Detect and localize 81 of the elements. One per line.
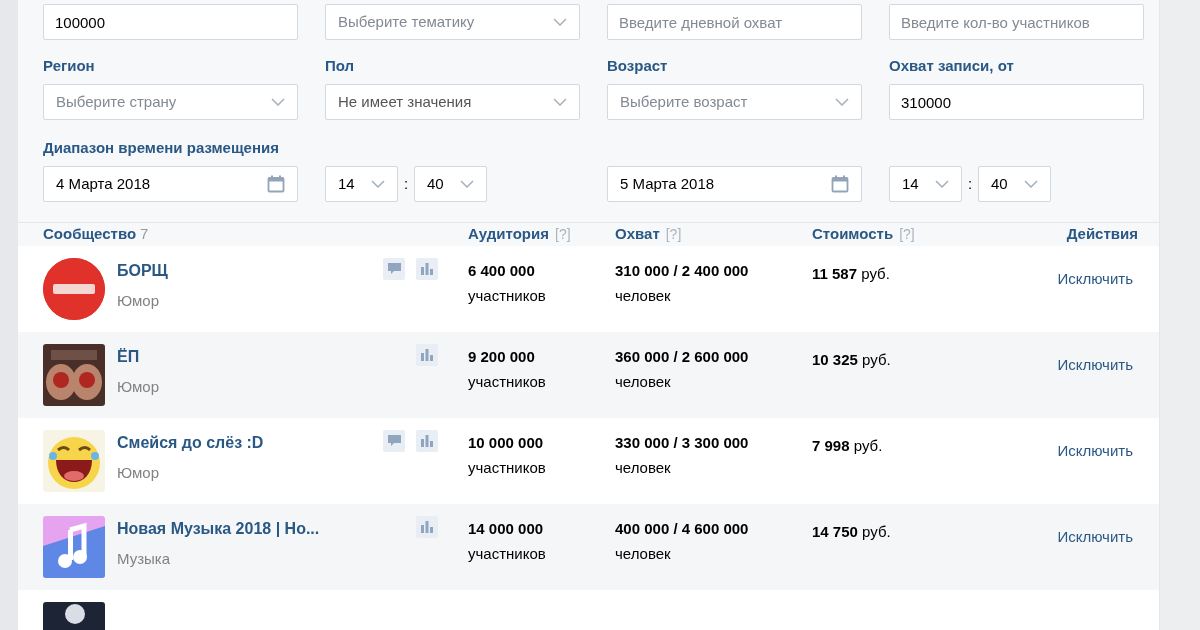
chevron-down-icon: [935, 180, 949, 188]
field-label: Регион: [43, 56, 96, 76]
chevron-down-icon: [835, 98, 849, 106]
exclude-link[interactable]: Исключить: [1057, 439, 1133, 462]
input-field[interactable]: Введите дневной охват: [607, 4, 862, 40]
audience-unit: участников: [468, 457, 547, 478]
chevron-down-icon: [371, 180, 385, 188]
column-header: Действия: [1066, 225, 1138, 242]
date-field[interactable]: 4 Марта 2018: [43, 166, 298, 202]
column-header: Аудитория: [468, 225, 549, 242]
time-separator: :: [966, 173, 974, 194]
select-field[interactable]: Не имеет значения: [325, 84, 580, 120]
community-name[interactable]: ЁП: [117, 347, 383, 366]
cost-value: 14 750 руб.: [812, 522, 891, 540]
audience-value: 10 000 000: [468, 433, 545, 452]
column-header: Охват: [615, 225, 660, 242]
field-label: Диапазон времени размещения: [43, 138, 280, 156]
audience-unit: участников: [468, 543, 547, 564]
audience-unit: участников: [468, 371, 547, 392]
reach-value: 400 000 / 4 600 000: [615, 519, 750, 538]
cost-value: 11 587 руб.: [812, 264, 890, 282]
bar-chart-icon: [421, 434, 433, 447]
chevron-down-icon: [460, 180, 474, 188]
reach-unit: человек: [615, 457, 672, 478]
reach-value: 360 000 / 2 600 000: [615, 347, 750, 366]
bar-chart-icon: [421, 520, 433, 533]
audience-value: 9 200 000: [468, 347, 536, 366]
stats-button[interactable]: [416, 515, 438, 538]
stats-button[interactable]: [416, 429, 438, 452]
exclude-link[interactable]: Исключить: [1057, 267, 1133, 290]
speech-bubble-icon: [387, 262, 401, 275]
field-label: Пол: [325, 56, 356, 76]
reach-unit: человек: [615, 543, 672, 564]
input-field[interactable]: 310000: [889, 84, 1144, 120]
community-topic: Юмор: [117, 290, 160, 311]
hour-select[interactable]: 14: [889, 166, 962, 202]
minute-select[interactable]: 40: [414, 166, 487, 202]
audience-unit: участников: [468, 285, 547, 306]
bar-chart-icon: [421, 348, 433, 361]
comments-button[interactable]: [383, 257, 405, 280]
field-label: Охват записи, от: [889, 56, 1015, 76]
input-field[interactable]: 100000: [43, 4, 298, 40]
community-topic: Юмор: [117, 462, 160, 483]
time-separator: :: [402, 173, 410, 194]
stats-button[interactable]: [416, 257, 438, 280]
exclude-link[interactable]: Исключить: [1057, 353, 1133, 376]
chevron-down-icon: [271, 98, 285, 106]
chevron-down-icon: [1024, 180, 1038, 188]
calendar-icon: [831, 175, 849, 193]
select-field[interactable]: Выберите тематику: [325, 4, 580, 40]
community-name[interactable]: Новая Музыка 2018 | Но...: [117, 519, 383, 538]
input-field[interactable]: Введите кол-во участников: [889, 4, 1144, 40]
reach-value: 330 000 / 3 300 000: [615, 433, 750, 452]
hour-select[interactable]: 14: [325, 166, 398, 202]
speech-bubble-icon: [387, 434, 401, 447]
community-topic: Юмор: [117, 376, 160, 397]
community-name[interactable]: БОРЩ: [117, 261, 383, 280]
comments-button[interactable]: [383, 429, 405, 452]
field-label: Возраст: [607, 56, 669, 76]
cost-value: 7 998 руб.: [812, 436, 883, 454]
date-field[interactable]: 5 Марта 2018: [607, 166, 862, 202]
reach-value: 310 000 / 2 400 000: [615, 261, 750, 280]
select-field[interactable]: Выберите страну: [43, 84, 298, 120]
calendar-icon: [267, 175, 285, 193]
minute-select[interactable]: 40: [978, 166, 1051, 202]
audience-value: 14 000 000: [468, 519, 545, 538]
community-topic: Музыка: [117, 548, 172, 569]
reach-unit: человек: [615, 285, 672, 306]
community-count: 7: [140, 225, 149, 242]
select-field[interactable]: Выберите возраст: [607, 84, 862, 120]
chevron-down-icon: [553, 18, 567, 26]
column-header: Стоимость: [812, 225, 894, 242]
cost-value: 10 325 руб.: [812, 350, 891, 368]
audience-value: 6 400 000: [468, 261, 536, 280]
stats-button[interactable]: [416, 343, 438, 366]
column-header: Сообщество: [43, 225, 137, 242]
community-name[interactable]: Смейся до слёз :D: [117, 433, 383, 452]
chevron-down-icon: [553, 98, 567, 106]
exclude-link[interactable]: Исключить: [1057, 525, 1133, 548]
reach-unit: человек: [615, 371, 672, 392]
bar-chart-icon: [421, 262, 433, 275]
